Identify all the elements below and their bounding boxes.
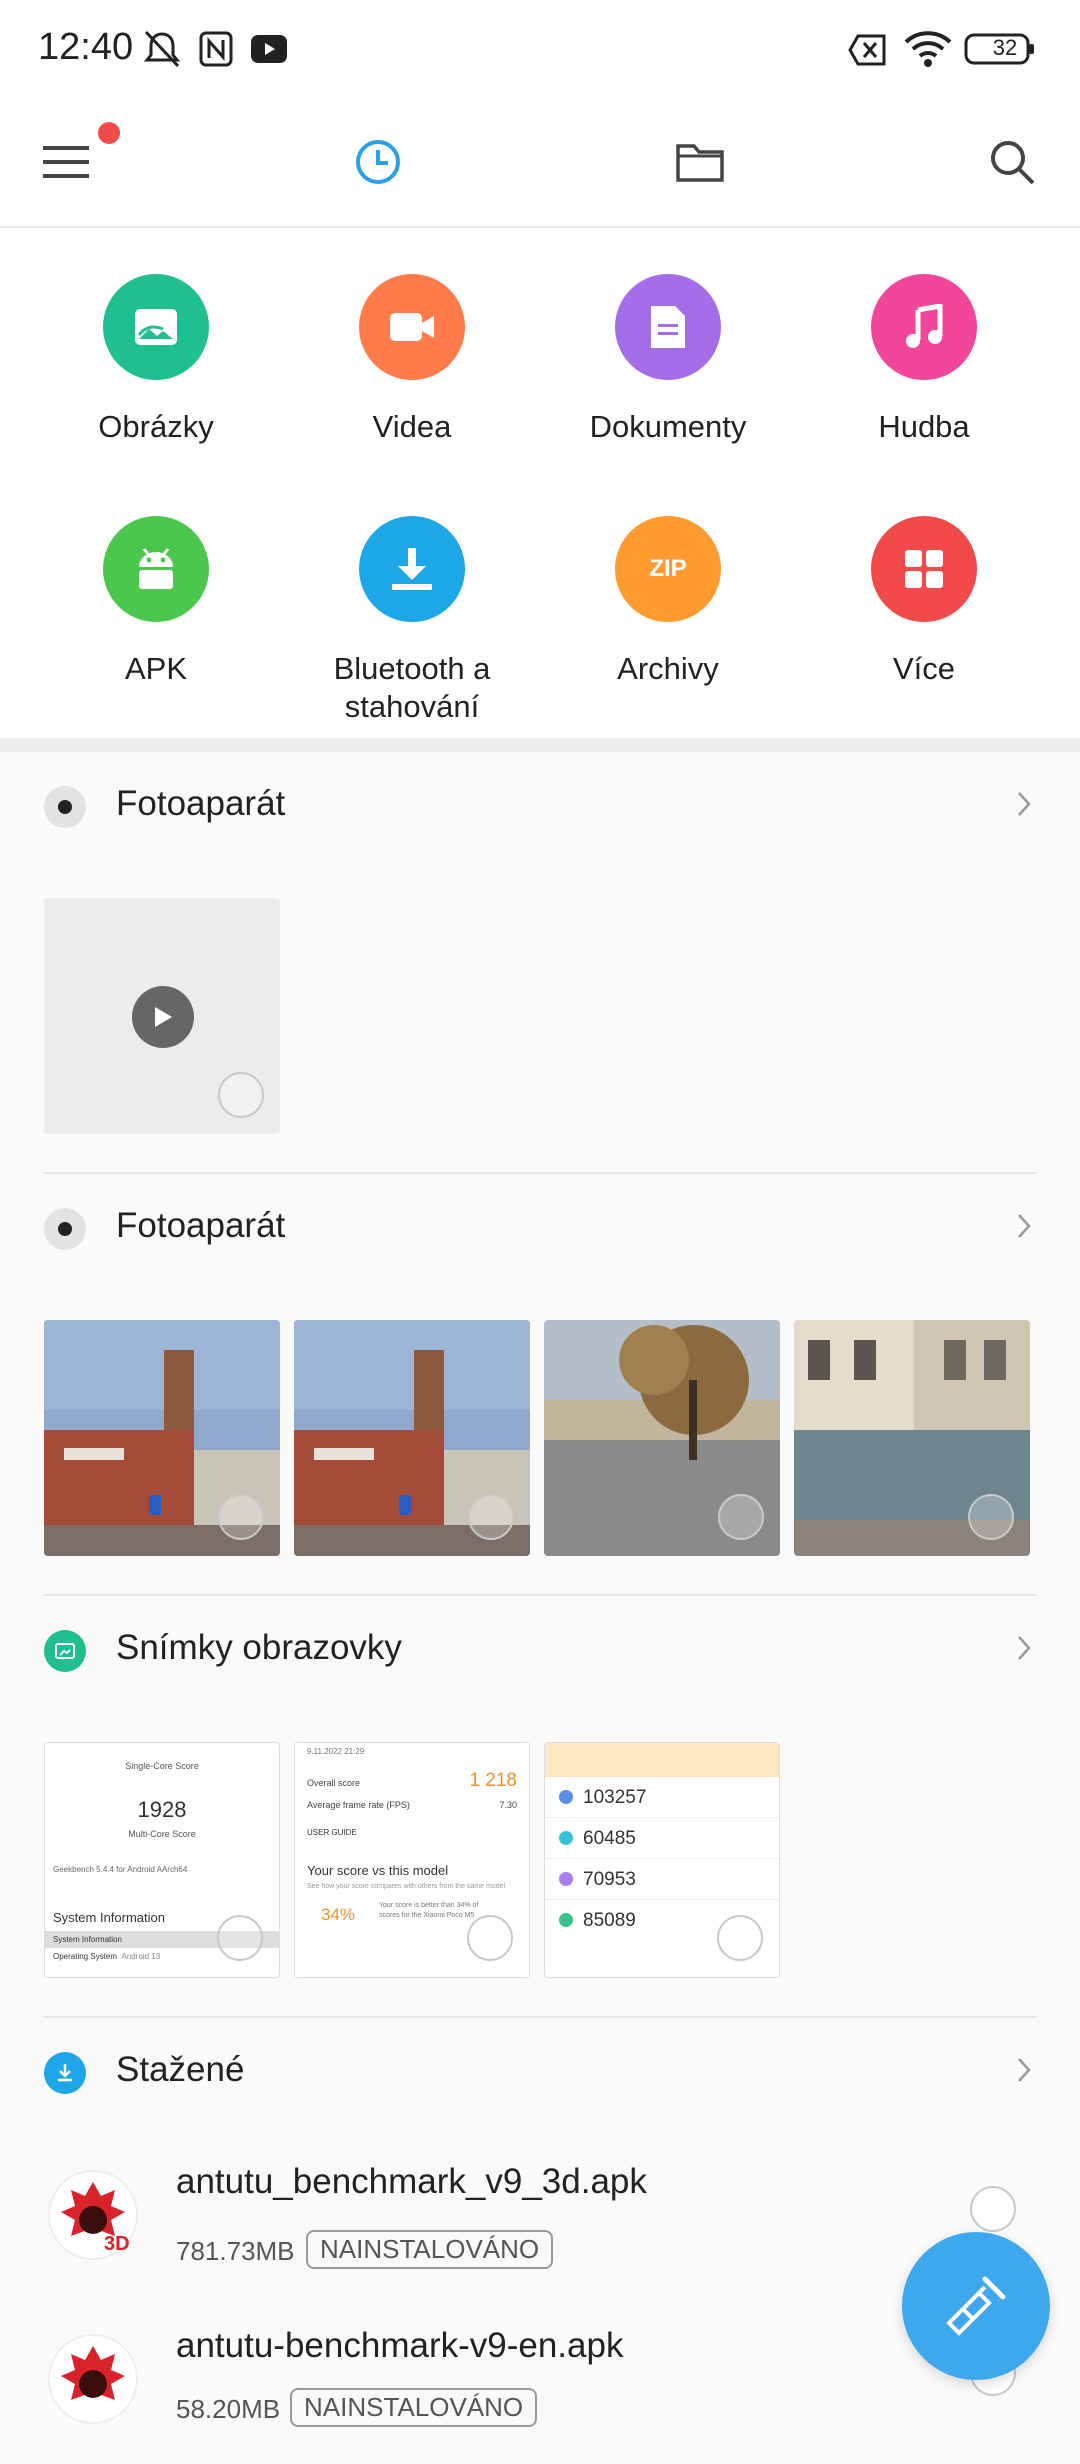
category-label: APK	[124, 651, 188, 686]
file-size: 58.20MB	[176, 2394, 281, 2424]
folders-tab[interactable]	[660, 122, 740, 202]
select-checkbox[interactable]	[468, 1494, 514, 1540]
chevron-right-icon	[1016, 2056, 1032, 2089]
youtube-icon	[250, 34, 288, 69]
screenshot-thumbnail[interactable]: Single-Core Score 1928 Multi-Core Score …	[44, 1742, 280, 1978]
nfc-icon	[198, 30, 234, 73]
search-icon	[991, 141, 1035, 185]
video-thumbnail[interactable]	[44, 898, 280, 1134]
section-title: Snímky obrazovky	[116, 1628, 402, 1667]
select-checkbox[interactable]	[218, 1072, 264, 1118]
clean-button[interactable]	[902, 2232, 1050, 2380]
divider	[44, 2016, 1036, 2018]
camera-dot-icon	[44, 1208, 86, 1250]
menu-button[interactable]	[26, 122, 106, 202]
camera-dot-icon	[44, 786, 86, 828]
section-header-downloads[interactable]: Stažené	[44, 2038, 1036, 2108]
folder-icon	[676, 144, 724, 182]
download-icon	[44, 2052, 86, 2094]
file-size: 781.73MB	[176, 2236, 295, 2266]
screenshot-icon	[44, 1630, 86, 1672]
antutu-app-icon	[48, 2334, 138, 2429]
top-navigation	[0, 96, 1080, 228]
zip-icon: ZIP	[615, 516, 721, 622]
photo-thumbnail[interactable]	[794, 1320, 1030, 1556]
screenshot-thumbnail[interactable]: 9.11.2022 21:29 Overall score 1 218 Aver…	[294, 1742, 530, 1978]
section-header-camera-photos[interactable]: Fotoaparát	[44, 1194, 1036, 1264]
chevron-right-icon	[1016, 790, 1032, 823]
battery-level: 32	[992, 35, 1018, 60]
category-label: Videa	[372, 409, 452, 444]
section-title: Stažené	[116, 2050, 245, 2089]
category-label: Archivy	[617, 651, 719, 686]
recent-tab[interactable]	[338, 122, 418, 202]
category-grid: Obrázky Videa Dokumenty Hudba APK Blueto…	[0, 228, 1080, 738]
category-documents[interactable]: Dokumenty	[540, 274, 796, 446]
section-title: Fotoaparát	[116, 784, 286, 823]
select-checkbox[interactable]	[467, 1915, 513, 1961]
category-label: Dokumenty	[589, 409, 747, 444]
category-more[interactable]: Více	[796, 516, 1052, 688]
select-checkbox[interactable]	[970, 2186, 1016, 2232]
select-checkbox[interactable]	[717, 1915, 763, 1961]
divider	[44, 1594, 1036, 1596]
photo-thumbnail[interactable]	[44, 1320, 280, 1556]
search-button[interactable]	[972, 122, 1052, 202]
photo-thumbnail[interactable]	[294, 1320, 530, 1556]
download-icon	[359, 516, 465, 622]
category-label: Bluetooth a stahování	[333, 651, 491, 724]
chevron-right-icon	[1016, 1212, 1032, 1245]
select-checkbox[interactable]	[718, 1494, 764, 1540]
category-videos[interactable]: Videa	[284, 274, 540, 446]
photo-thumbnail[interactable]	[544, 1320, 780, 1556]
broom-clean-icon	[946, 2276, 1006, 2336]
antutu-app-icon: 3D	[48, 2170, 138, 2265]
video-icon	[359, 274, 465, 380]
document-icon	[615, 274, 721, 380]
section-header-screenshots[interactable]: Snímky obrazovky	[44, 1616, 1036, 1686]
svg-text:3D: 3D	[104, 2233, 130, 2255]
divider	[44, 1172, 1036, 1174]
no-sim-icon	[848, 34, 888, 71]
category-apk[interactable]: APK	[28, 516, 284, 688]
section-divider	[0, 738, 1080, 752]
file-name: antutu-benchmark-v9-en.apk	[176, 2326, 624, 2365]
status-badge: NAINSTALOVÁNO	[306, 2230, 554, 2269]
status-time: 12:40	[38, 26, 134, 68]
android-icon	[103, 516, 209, 622]
section-title: Fotoaparát	[116, 1206, 286, 1245]
category-label: Obrázky	[98, 409, 214, 444]
notification-dot	[98, 122, 120, 144]
select-checkbox[interactable]	[968, 1494, 1014, 1540]
status-bar: 12:40 32	[0, 0, 1080, 96]
category-music[interactable]: Hudba	[796, 274, 1052, 446]
chevron-right-icon	[1016, 1634, 1032, 1667]
play-icon	[132, 986, 194, 1048]
clock-icon	[356, 140, 400, 184]
category-bluetooth-downloads[interactable]: Bluetooth a stahování	[284, 516, 540, 726]
screenshot-thumbnail[interactable]: 103257 60485 70953 85089	[544, 1742, 780, 1978]
image-icon	[103, 274, 209, 380]
category-label: Hudba	[878, 409, 970, 444]
category-images[interactable]: Obrázky	[28, 274, 284, 446]
wifi-icon	[904, 30, 952, 73]
category-archives[interactable]: ZIP Archivy	[540, 516, 796, 688]
section-header-camera[interactable]: Fotoaparát	[44, 772, 1036, 842]
select-checkbox[interactable]	[217, 1915, 263, 1961]
silent-bell-icon	[140, 28, 184, 75]
category-label: Více	[892, 651, 956, 686]
file-name: antutu_benchmark_v9_3d.apk	[176, 2162, 647, 2201]
select-checkbox[interactable]	[218, 1494, 264, 1540]
music-icon	[871, 274, 977, 380]
grid-icon	[871, 516, 977, 622]
hamburger-menu-icon	[43, 146, 89, 178]
